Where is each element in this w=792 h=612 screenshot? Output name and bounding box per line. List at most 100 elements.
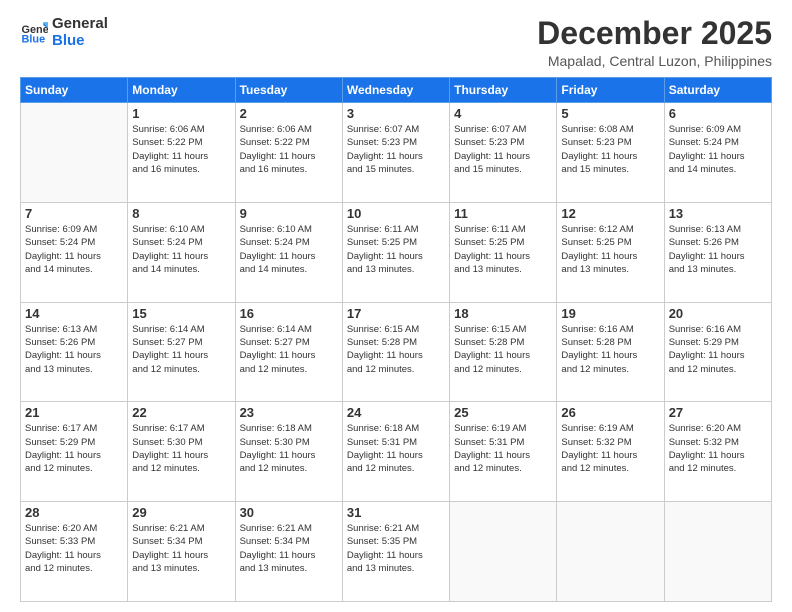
calendar-cell: 21 Sunrise: 6:17 AMSunset: 5:29 PMDayligh… [21, 402, 128, 502]
day-number: 26 [561, 405, 659, 420]
main-title: December 2025 [537, 16, 772, 51]
calendar-cell: 7 Sunrise: 6:09 AMSunset: 5:24 PMDaylight… [21, 202, 128, 302]
day-number: 23 [240, 405, 338, 420]
day-number: 12 [561, 206, 659, 221]
day-number: 29 [132, 505, 230, 520]
day-info: Sunrise: 6:13 AMSunset: 5:26 PMDaylight:… [669, 223, 767, 276]
logo-icon: General Blue [20, 19, 48, 47]
calendar-cell: 6 Sunrise: 6:09 AMSunset: 5:24 PMDaylight… [664, 103, 771, 203]
logo: General Blue General Blue [20, 16, 108, 49]
day-info: Sunrise: 6:09 AMSunset: 5:24 PMDaylight:… [669, 123, 767, 176]
day-info: Sunrise: 6:14 AMSunset: 5:27 PMDaylight:… [240, 323, 338, 376]
day-header-monday: Monday [128, 78, 235, 103]
calendar-cell: 26 Sunrise: 6:19 AMSunset: 5:32 PMDayligh… [557, 402, 664, 502]
day-number: 21 [25, 405, 123, 420]
calendar-header: SundayMondayTuesdayWednesdayThursdayFrid… [21, 78, 772, 103]
calendar-cell: 27Sunrise: 6:20 AMSunset: 5:32 PMDayligh… [664, 402, 771, 502]
calendar-cell: 19 Sunrise: 6:16 AMSunset: 5:28 PMDayligh… [557, 302, 664, 402]
subtitle: Mapalad, Central Luzon, Philippines [537, 53, 772, 69]
calendar-cell: 3Sunrise: 6:07 AMSunset: 5:23 PMDaylight… [342, 103, 449, 203]
day-info: Sunrise: 6:21 AMSunset: 5:35 PMDaylight:… [347, 522, 445, 575]
week-row-2: 7 Sunrise: 6:09 AMSunset: 5:24 PMDaylight… [21, 202, 772, 302]
logo-general-text: General [52, 16, 108, 33]
day-number: 24 [347, 405, 445, 420]
calendar-cell: 12 Sunrise: 6:12 AMSunset: 5:25 PMDayligh… [557, 202, 664, 302]
day-info: Sunrise: 6:15 AMSunset: 5:28 PMDaylight:… [454, 323, 552, 376]
title-block: December 2025 Mapalad, Central Luzon, Ph… [537, 16, 772, 69]
calendar-cell [450, 502, 557, 602]
day-number: 8 [132, 206, 230, 221]
calendar-cell: 30Sunrise: 6:21 AMSunset: 5:34 PMDayligh… [235, 502, 342, 602]
day-number: 27 [669, 405, 767, 420]
day-number: 1 [132, 106, 230, 121]
page: General Blue General Blue December 2025 … [0, 0, 792, 612]
day-number: 4 [454, 106, 552, 121]
day-info: Sunrise: 6:10 AMSunset: 5:24 PMDaylight:… [132, 223, 230, 276]
day-info: Sunrise: 6:14 AMSunset: 5:27 PMDaylight:… [132, 323, 230, 376]
day-info: Sunrise: 6:12 AMSunset: 5:25 PMDaylight:… [561, 223, 659, 276]
day-number: 20 [669, 306, 767, 321]
calendar-cell: 25Sunrise: 6:19 AMSunset: 5:31 PMDayligh… [450, 402, 557, 502]
day-info: Sunrise: 6:06 AMSunset: 5:22 PMDaylight:… [132, 123, 230, 176]
day-info: Sunrise: 6:17 AMSunset: 5:30 PMDaylight:… [132, 422, 230, 475]
day-info: Sunrise: 6:06 AMSunset: 5:22 PMDaylight:… [240, 123, 338, 176]
day-info: Sunrise: 6:17 AMSunset: 5:29 PMDaylight:… [25, 422, 123, 475]
day-number: 2 [240, 106, 338, 121]
day-info: Sunrise: 6:18 AMSunset: 5:31 PMDaylight:… [347, 422, 445, 475]
day-info: Sunrise: 6:21 AMSunset: 5:34 PMDaylight:… [132, 522, 230, 575]
day-number: 19 [561, 306, 659, 321]
calendar-cell: 9 Sunrise: 6:10 AMSunset: 5:24 PMDaylight… [235, 202, 342, 302]
day-info: Sunrise: 6:21 AMSunset: 5:34 PMDaylight:… [240, 522, 338, 575]
calendar-cell: 4 Sunrise: 6:07 AMSunset: 5:23 PMDaylight… [450, 103, 557, 203]
day-header-friday: Friday [557, 78, 664, 103]
day-number: 18 [454, 306, 552, 321]
day-number: 16 [240, 306, 338, 321]
day-info: Sunrise: 6:08 AMSunset: 5:23 PMDaylight:… [561, 123, 659, 176]
day-number: 17 [347, 306, 445, 321]
day-number: 6 [669, 106, 767, 121]
calendar-body: 1 Sunrise: 6:06 AMSunset: 5:22 PMDaylight… [21, 103, 772, 602]
week-row-3: 14 Sunrise: 6:13 AMSunset: 5:26 PMDayligh… [21, 302, 772, 402]
day-header-wednesday: Wednesday [342, 78, 449, 103]
day-number: 15 [132, 306, 230, 321]
day-info: Sunrise: 6:07 AMSunset: 5:23 PMDaylight:… [454, 123, 552, 176]
day-header-thursday: Thursday [450, 78, 557, 103]
day-number: 9 [240, 206, 338, 221]
day-info: Sunrise: 6:19 AMSunset: 5:32 PMDaylight:… [561, 422, 659, 475]
calendar-cell: 24 Sunrise: 6:18 AMSunset: 5:31 PMDayligh… [342, 402, 449, 502]
week-row-4: 21 Sunrise: 6:17 AMSunset: 5:29 PMDayligh… [21, 402, 772, 502]
day-number: 10 [347, 206, 445, 221]
calendar-cell [21, 103, 128, 203]
calendar-cell: 10 Sunrise: 6:11 AMSunset: 5:25 PMDayligh… [342, 202, 449, 302]
calendar-cell: 13 Sunrise: 6:13 AMSunset: 5:26 PMDayligh… [664, 202, 771, 302]
day-number: 11 [454, 206, 552, 221]
calendar-cell: 17 Sunrise: 6:15 AMSunset: 5:28 PMDayligh… [342, 302, 449, 402]
day-number: 25 [454, 405, 552, 420]
day-info: Sunrise: 6:11 AMSunset: 5:25 PMDaylight:… [347, 223, 445, 276]
day-header-sunday: Sunday [21, 78, 128, 103]
day-info: Sunrise: 6:10 AMSunset: 5:24 PMDaylight:… [240, 223, 338, 276]
day-number: 22 [132, 405, 230, 420]
day-info: Sunrise: 6:11 AMSunset: 5:25 PMDaylight:… [454, 223, 552, 276]
day-info: Sunrise: 6:13 AMSunset: 5:26 PMDaylight:… [25, 323, 123, 376]
day-info: Sunrise: 6:16 AMSunset: 5:29 PMDaylight:… [669, 323, 767, 376]
day-number: 5 [561, 106, 659, 121]
calendar-cell: 14 Sunrise: 6:13 AMSunset: 5:26 PMDayligh… [21, 302, 128, 402]
calendar-cell [664, 502, 771, 602]
logo-blue-text: Blue [52, 33, 108, 50]
calendar-cell: 28Sunrise: 6:20 AMSunset: 5:33 PMDayligh… [21, 502, 128, 602]
day-number: 13 [669, 206, 767, 221]
week-row-1: 1 Sunrise: 6:06 AMSunset: 5:22 PMDaylight… [21, 103, 772, 203]
day-info: Sunrise: 6:09 AMSunset: 5:24 PMDaylight:… [25, 223, 123, 276]
day-info: Sunrise: 6:07 AMSunset: 5:23 PMDaylight:… [347, 123, 445, 176]
calendar-table: SundayMondayTuesdayWednesdayThursdayFrid… [20, 77, 772, 602]
day-info: Sunrise: 6:16 AMSunset: 5:28 PMDaylight:… [561, 323, 659, 376]
day-number: 7 [25, 206, 123, 221]
day-header-tuesday: Tuesday [235, 78, 342, 103]
week-row-5: 28Sunrise: 6:20 AMSunset: 5:33 PMDayligh… [21, 502, 772, 602]
calendar-cell: 11 Sunrise: 6:11 AMSunset: 5:25 PMDayligh… [450, 202, 557, 302]
day-number: 14 [25, 306, 123, 321]
day-info: Sunrise: 6:15 AMSunset: 5:28 PMDaylight:… [347, 323, 445, 376]
calendar-cell: 1 Sunrise: 6:06 AMSunset: 5:22 PMDaylight… [128, 103, 235, 203]
calendar-cell: 5 Sunrise: 6:08 AMSunset: 5:23 PMDaylight… [557, 103, 664, 203]
